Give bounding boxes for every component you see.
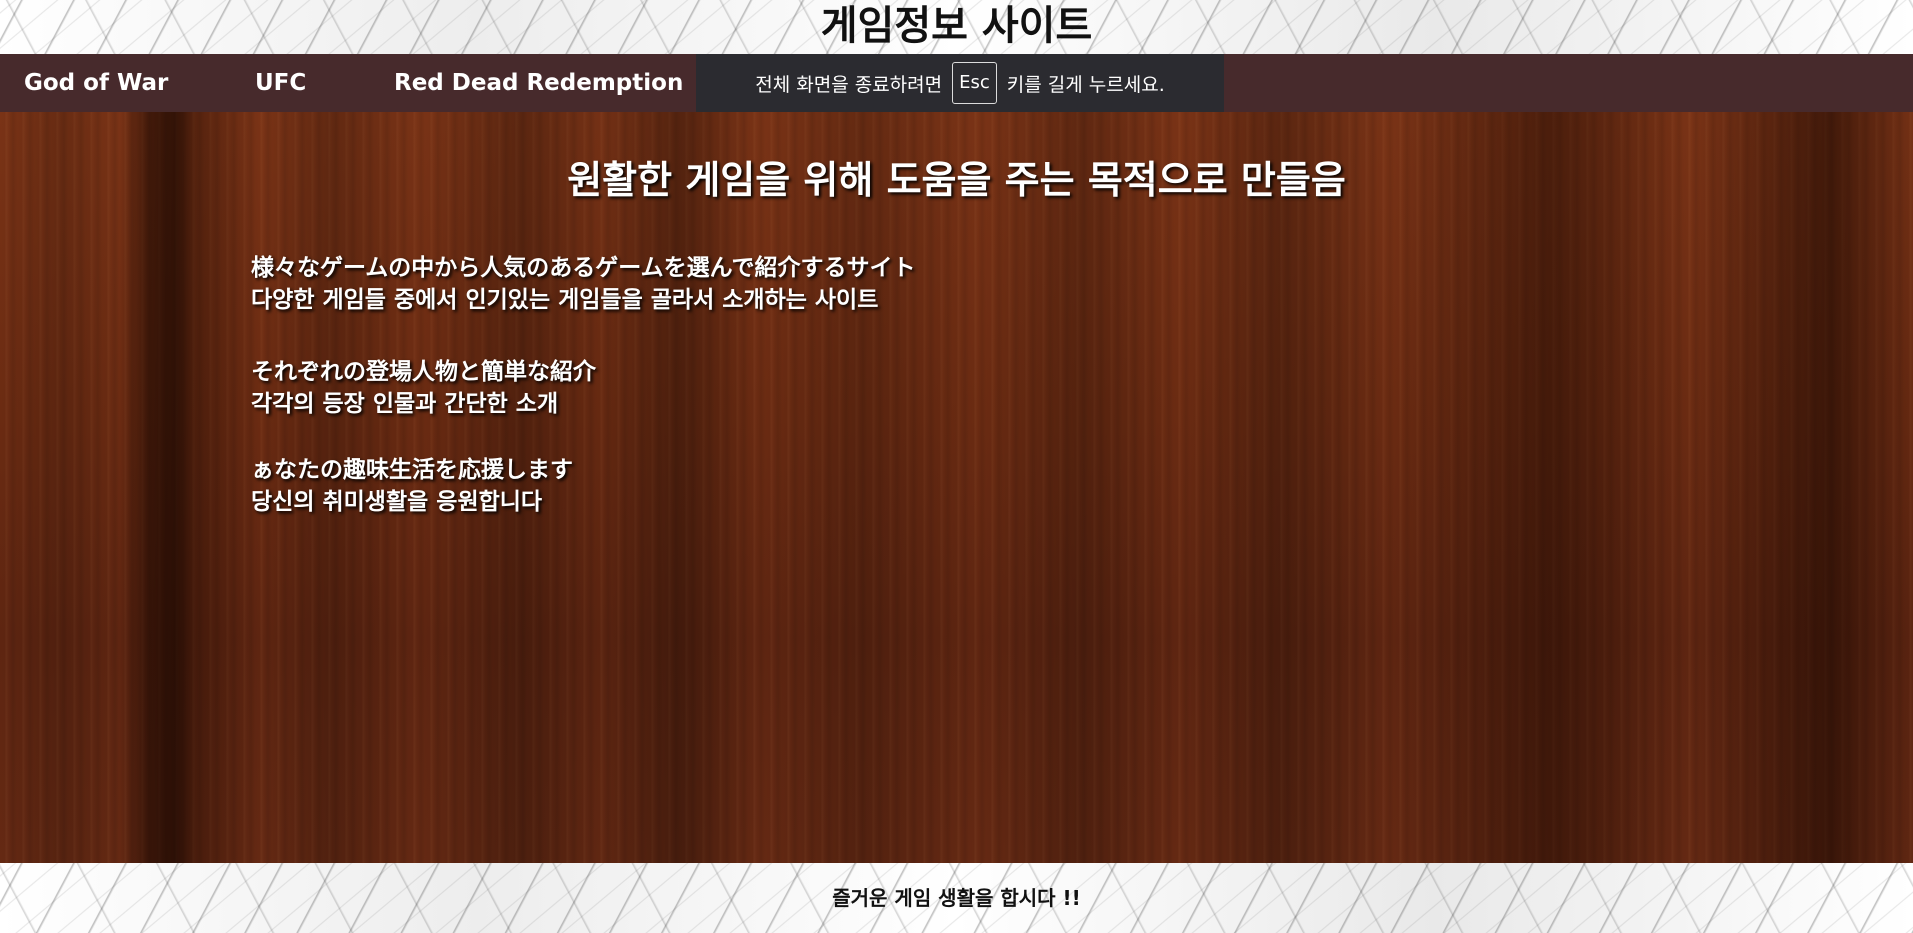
page: 게임정보 사이트 God of War UFC Red Dead Redempt… <box>0 0 1913 933</box>
fullscreen-exit-notice: 전체 화면을 종료하려면 Esc 키를 길게 누르세요. <box>696 54 1224 112</box>
intro-text-korean: 당신의 취미생활을 응원합니다 <box>251 489 543 515</box>
intro-text-japanese: 様々なゲームの中から人気のあるゲームを選んで紹介するサイト <box>251 255 916 281</box>
intro-text-japanese: それぞれの登場人物と簡単な紹介 <box>251 359 596 385</box>
nav-link-ufc[interactable]: UFC <box>255 54 306 112</box>
site-title: 게임정보 사이트 <box>820 3 1093 49</box>
intro-block-characters: それぞれの登場人物と簡単な紹介 각각의 등장 인물과 간단한 소개 <box>251 356 596 420</box>
intro-text-japanese: ぁなたの趣味生活を応援します <box>251 457 573 483</box>
nav-link-red-dead-redemption[interactable]: Red Dead Redemption <box>394 54 683 112</box>
footer-text: 즐거운 게임 생활을 합시다 !! <box>832 886 1081 910</box>
notice-text-after: 키를 길게 누르세요. <box>1006 73 1165 96</box>
intro-block-site-purpose: 様々なゲームの中から人気のあるゲームを選んで紹介するサイト 다양한 게임들 중에… <box>251 252 915 316</box>
main-content: 원활한 게임을 위해 도움을 주는 목적으로 만들음 様々なゲームの中から人気の… <box>0 112 1913 863</box>
intro-block-hobby: ぁなたの趣味生活を応援します 당신의 취미생활을 응원합니다 <box>251 454 573 518</box>
esc-key-badge: Esc <box>952 62 997 104</box>
notice-text-before: 전체 화면을 종료하려면 <box>755 73 943 96</box>
intro-text-korean: 각각의 등장 인물과 간단한 소개 <box>251 391 559 417</box>
site-header: 게임정보 사이트 <box>0 0 1913 54</box>
nav-link-god-of-war[interactable]: God of War <box>24 54 168 112</box>
intro-text-korean: 다양한 게임들 중에서 인기있는 게임들을 골라서 소개하는 사이트 <box>251 287 879 313</box>
main-heading: 원활한 게임을 위해 도움을 주는 목적으로 만들음 <box>567 158 1346 202</box>
site-footer: 즐거운 게임 생활을 합시다 !! <box>0 863 1913 933</box>
